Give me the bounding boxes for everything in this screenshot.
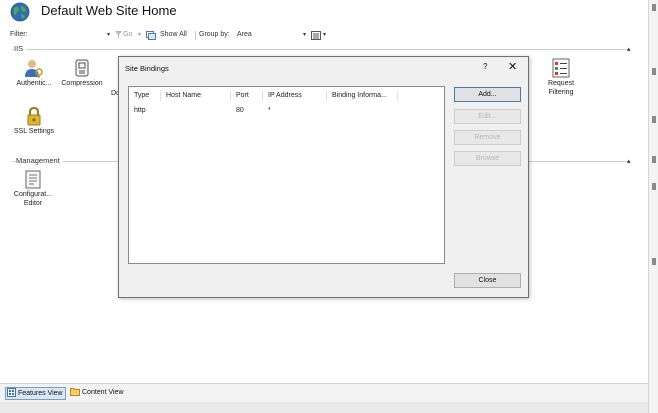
remove-binding-button[interactable]: Remove xyxy=(454,130,521,145)
edge-marker xyxy=(652,68,656,75)
group-by-label: Group by: xyxy=(199,31,230,38)
column-header-ip-address[interactable]: IP Address xyxy=(268,92,302,99)
column-separator xyxy=(397,90,398,101)
page-title: Default Web Site Home xyxy=(41,3,177,18)
feature-authentication[interactable]: Authentic... xyxy=(12,57,56,88)
dialog-title: Site Bindings xyxy=(125,64,169,73)
filter-toolbar: Filter: ▾ Go ▾ Show All Group by: Area ▾… xyxy=(10,30,638,42)
features-view-icon xyxy=(7,388,16,397)
close-dialog-button[interactable]: Close xyxy=(454,273,521,288)
column-separator xyxy=(160,90,161,101)
show-all-button[interactable]: Show All xyxy=(160,31,187,38)
filter-label: Filter: xyxy=(10,31,28,38)
column-separator xyxy=(262,90,263,101)
group-label-management: Management xyxy=(16,156,63,165)
tab-label: Features View xyxy=(18,390,63,397)
column-header-binding-information[interactable]: Binding Informa... xyxy=(332,92,387,99)
column-header-type[interactable]: Type xyxy=(134,92,149,99)
edge-marker xyxy=(652,183,656,190)
feature-label: Compression xyxy=(61,80,103,87)
view-mode-icon[interactable] xyxy=(311,31,321,40)
edge-marker xyxy=(652,156,656,163)
collapse-management-icon[interactable]: ▴ xyxy=(627,157,631,165)
close-icon[interactable]: ✕ xyxy=(508,60,517,73)
column-separator xyxy=(326,90,327,101)
group-by-dropdown-icon[interactable]: ▾ xyxy=(303,31,306,38)
edge-marker xyxy=(652,4,656,11)
tab-features-view[interactable]: Features View xyxy=(5,387,66,400)
feature-label-line2: Filtering xyxy=(548,89,574,96)
compression-icon xyxy=(75,59,89,77)
filter-dropdown-icon[interactable]: ▾ xyxy=(107,31,110,38)
padlock-icon xyxy=(27,106,41,126)
group-label-iis: IIS xyxy=(14,44,27,53)
browse-binding-button[interactable]: Browse xyxy=(454,151,521,166)
feature-label: Authentic... xyxy=(16,80,52,87)
cell-ip-address: * xyxy=(268,107,271,114)
column-header-host-name[interactable]: Host Name xyxy=(166,92,201,99)
feature-label: SSL Settings xyxy=(13,128,55,135)
site-bindings-dialog: Site Bindings ? ✕ Type Host Name Port IP… xyxy=(118,56,529,298)
column-separator xyxy=(230,90,231,101)
feature-label-line2: Editor xyxy=(23,200,43,207)
go-dropdown-icon[interactable]: ▾ xyxy=(138,31,141,38)
tab-content-view[interactable]: Content View xyxy=(69,387,126,400)
globe-icon xyxy=(10,2,30,22)
edge-marker xyxy=(652,258,656,265)
go-button[interactable]: Go xyxy=(123,31,132,38)
feature-configuration-editor[interactable]: Configurat... Editor xyxy=(10,170,56,208)
cell-port: 80 xyxy=(236,107,244,114)
filter-input[interactable] xyxy=(36,30,124,41)
edit-binding-button[interactable]: Edit... xyxy=(454,109,521,124)
collapse-iis-icon[interactable]: ▴ xyxy=(627,45,631,53)
right-panel-edge xyxy=(648,0,658,413)
content-view-icon xyxy=(70,388,80,396)
group-divider-iis xyxy=(12,49,628,50)
feature-request-filtering[interactable]: Request Filtering xyxy=(540,57,582,97)
page-header: Default Web Site Home xyxy=(0,0,648,26)
configuration-editor-icon xyxy=(25,170,41,189)
group-by-select[interactable]: Area xyxy=(237,31,252,38)
users-key-icon xyxy=(25,60,43,78)
go-funnel-icon xyxy=(115,31,122,39)
view-mode-dropdown-icon[interactable]: ▾ xyxy=(323,31,326,38)
feature-compression[interactable]: Compression xyxy=(58,57,106,88)
view-tabs-bar: Features View Content View xyxy=(0,383,648,402)
cell-type: http xyxy=(134,107,146,114)
add-binding-button[interactable]: Add... xyxy=(454,87,521,102)
status-strip xyxy=(0,402,648,413)
request-filtering-icon xyxy=(552,58,570,78)
show-all-icon xyxy=(146,31,156,40)
column-header-port[interactable]: Port xyxy=(236,92,249,99)
feature-label-line1: Configurat... xyxy=(13,191,53,198)
edge-marker xyxy=(652,116,656,123)
feature-label-line1: Request xyxy=(547,80,575,87)
help-button[interactable]: ? xyxy=(483,62,487,71)
bindings-list[interactable]: Type Host Name Port IP Address Binding I… xyxy=(128,86,445,264)
feature-ssl-settings[interactable]: SSL Settings xyxy=(12,105,56,136)
tab-label: Content View xyxy=(82,389,124,396)
toolbar-separator xyxy=(195,31,196,40)
